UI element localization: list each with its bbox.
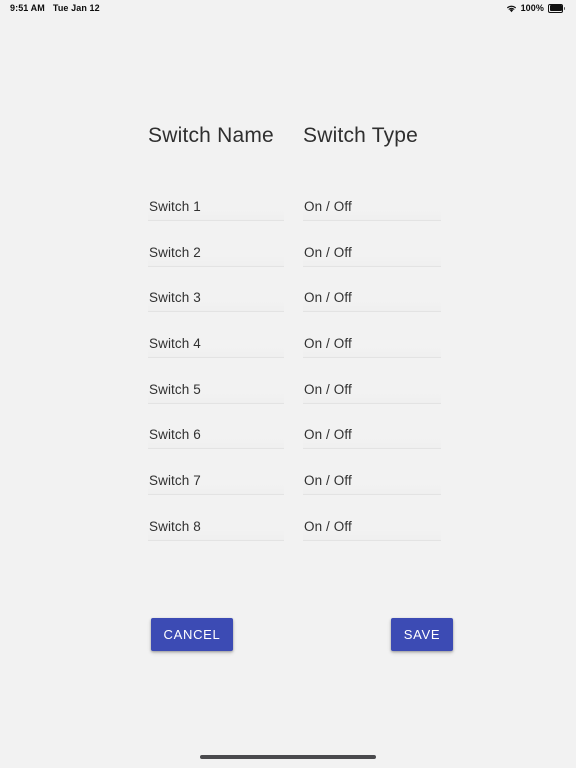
table-row: Switch 1 On / Off: [148, 193, 448, 239]
switch-type-input[interactable]: On / Off: [303, 330, 441, 359]
table-row: Switch 3 On / Off: [148, 284, 448, 330]
switch-type-input[interactable]: On / Off: [303, 467, 441, 496]
switch-name-value: Switch 1: [149, 199, 201, 214]
switch-name-value: Switch 5: [149, 381, 201, 397]
switch-type-value: On / Off: [304, 473, 352, 489]
column-header-switch-name: Switch Name: [148, 124, 274, 147]
switch-type-input[interactable]: On / Off: [303, 512, 441, 541]
switch-type-input[interactable]: On / Off: [303, 238, 441, 267]
switch-name-input[interactable]: Switch 2: [148, 238, 284, 267]
switch-name-value: Switch 2: [149, 244, 201, 260]
switch-type-value: On / Off: [304, 381, 352, 397]
table-row: Switch 8 On / Off: [148, 512, 448, 559]
save-button[interactable]: SAVE: [391, 618, 453, 651]
table-row: Switch 4 On / Off: [148, 330, 448, 376]
table-row: Switch 5 On / Off: [148, 375, 448, 422]
switch-name-input[interactable]: Switch 3: [148, 284, 284, 313]
switch-config-screen: Switch Name Switch Type Switch 1 On / Of…: [0, 0, 576, 768]
switch-type-value: On / Off: [304, 336, 352, 352]
switch-name-value: Switch 3: [149, 290, 201, 306]
cancel-button[interactable]: CANCEL: [151, 618, 233, 651]
switch-type-value: On / Off: [304, 290, 352, 306]
switch-name-value: Switch 4: [149, 336, 201, 352]
switch-type-value: On / Off: [304, 518, 352, 534]
switch-type-value: On / Off: [304, 244, 352, 260]
switch-name-value: Switch 6: [149, 427, 201, 443]
switch-type-input[interactable]: On / Off: [303, 421, 441, 450]
table-header-row: Switch Name Switch Type: [148, 124, 448, 156]
table-row: Switch 7 On / Off: [148, 467, 448, 513]
switch-rows: Switch 1 On / Off Switch 2 On / Off Swit…: [148, 193, 448, 559]
column-header-switch-type: Switch Type: [303, 124, 419, 147]
switch-name-input[interactable]: Switch 8: [148, 512, 284, 541]
switch-type-value: On / Off: [304, 427, 352, 443]
table-row: Switch 6 On / Off: [148, 421, 448, 467]
switch-type-input[interactable]: On / Off: [303, 284, 441, 313]
table-row: Switch 2 On / Off: [148, 238, 448, 285]
switch-type-value: On / Off: [304, 199, 352, 214]
switch-name-input[interactable]: Switch 4: [148, 330, 284, 359]
action-bar: CANCEL SAVE: [151, 618, 453, 652]
switch-name-value: Switch 7: [149, 473, 201, 489]
switch-type-input[interactable]: On / Off: [303, 375, 441, 404]
switch-name-input[interactable]: Switch 1: [148, 193, 284, 221]
switch-name-input[interactable]: Switch 6: [148, 421, 284, 450]
switch-name-input[interactable]: Switch 5: [148, 375, 284, 404]
switch-name-input[interactable]: Switch 7: [148, 467, 284, 496]
switch-name-value: Switch 8: [149, 518, 201, 534]
home-indicator[interactable]: [200, 755, 376, 759]
switch-type-input[interactable]: On / Off: [303, 193, 441, 221]
